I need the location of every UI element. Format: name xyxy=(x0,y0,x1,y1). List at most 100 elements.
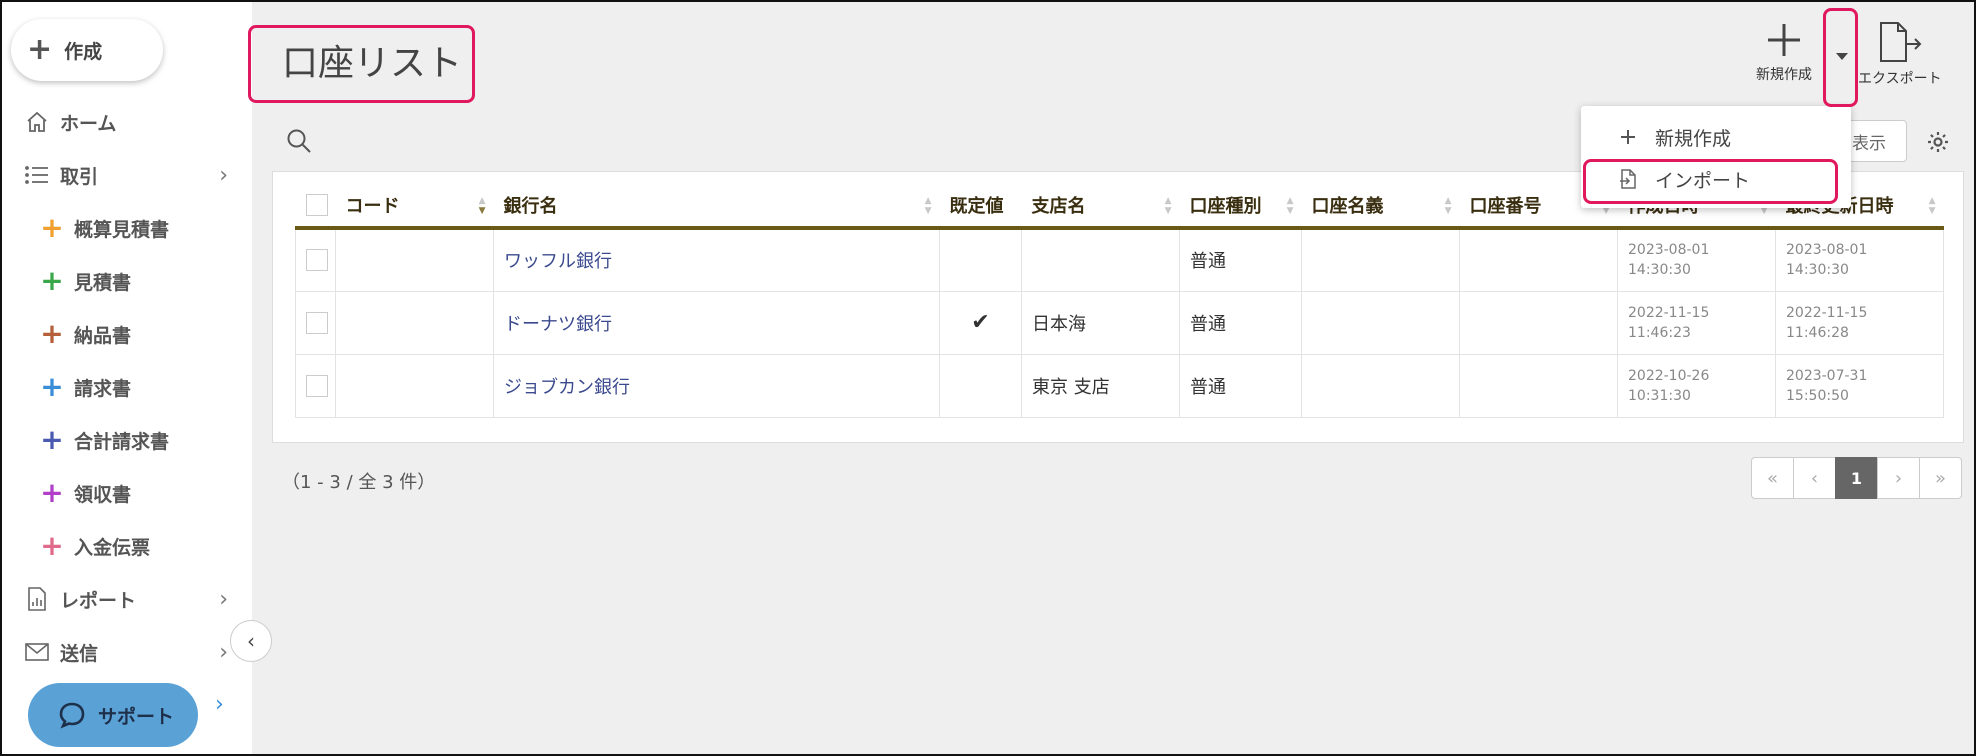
updated-time: 11:46:28 xyxy=(1786,324,1849,341)
table-row[interactable]: ジョブカン銀行 東京 支店 普通 2022-10-26 10:31:30 2023… xyxy=(295,354,1944,418)
cell-default xyxy=(939,228,1022,292)
row-checkbox[interactable] xyxy=(306,249,328,272)
support-button[interactable]: サポート xyxy=(28,683,198,747)
gear-icon[interactable] xyxy=(1926,130,1950,158)
table-row[interactable]: ワッフル銀行 普通 2023-08-01 14:30:30 2023-08-01 1… xyxy=(295,228,1944,292)
search-icon[interactable] xyxy=(286,128,312,158)
cell-updated: 2023-08-01 14:30:30 xyxy=(1775,228,1944,292)
highlight-box-import xyxy=(1583,159,1838,204)
cell-code xyxy=(335,228,494,292)
sidebar-item-delivery[interactable]: + 納品書 xyxy=(2,310,252,358)
home-icon xyxy=(22,110,52,134)
sidebar-item-send[interactable]: 送信 › xyxy=(2,628,252,676)
sidebar-item-invoice[interactable]: + 請求書 xyxy=(2,363,252,411)
sidebar-item-label: 送信 xyxy=(60,642,99,665)
column-header-bank[interactable]: 銀行名 ▲ ▼ xyxy=(493,184,940,230)
cell-account-holder xyxy=(1301,291,1460,355)
sidebar-item-label: 納品書 xyxy=(74,324,132,347)
pagination-first-button[interactable]: « xyxy=(1751,457,1794,499)
sidebar-item-home[interactable]: ホーム xyxy=(2,98,252,146)
chevron-right-icon: › xyxy=(215,692,224,717)
column-label: 口座名義 xyxy=(1311,196,1384,217)
display-label: 表示 xyxy=(1852,133,1886,154)
updated-time: 15:50:50 xyxy=(1786,387,1849,404)
plus-icon: + xyxy=(40,529,64,562)
column-label: 既定値 xyxy=(949,196,1004,217)
pagination: « ‹ 1 › » xyxy=(1751,457,1962,499)
column-label: 口座種別 xyxy=(1189,196,1262,217)
sidebar-item-label: ホーム xyxy=(60,112,117,135)
column-header-account-type[interactable]: 口座種別 ▲ ▼ xyxy=(1179,184,1302,230)
row-select-cell xyxy=(295,354,336,418)
created-date: 2022-11-15 xyxy=(1628,304,1710,321)
column-label: 支店名 xyxy=(1031,196,1086,217)
sidebar-item-label: 請求書 xyxy=(74,377,132,400)
sidebar-item-label: レポート xyxy=(60,589,137,612)
column-header-account-holder[interactable]: 口座名義 ▲ ▼ xyxy=(1301,184,1460,230)
sidebar-item-payment-slip[interactable]: + 入金伝票 xyxy=(2,522,252,570)
plus-icon: + xyxy=(27,32,53,67)
cell-branch: 日本海 xyxy=(1021,291,1180,355)
cell-account-number xyxy=(1459,354,1618,418)
cell-account-type: 普通 xyxy=(1179,354,1302,418)
cell-account-number xyxy=(1459,228,1618,292)
sidebar-item-label: 見積書 xyxy=(74,271,132,294)
created-time: 10:31:30 xyxy=(1628,387,1691,404)
record-count: （1 - 3 / 全 3 件） xyxy=(282,472,436,493)
cell-branch xyxy=(1021,228,1180,292)
plus-icon xyxy=(1768,24,1800,56)
row-checkbox[interactable] xyxy=(306,311,328,334)
cell-account-type: 普通 xyxy=(1179,228,1302,292)
updated-time: 14:30:30 xyxy=(1786,262,1849,279)
highlight-box-title xyxy=(248,25,475,103)
plus-icon: + xyxy=(40,211,64,244)
cell-bank-link[interactable]: ドーナツ銀行 xyxy=(493,291,940,355)
row-select-cell xyxy=(295,228,336,292)
sidebar-item-receipt[interactable]: + 領収書 xyxy=(2,469,252,517)
highlight-box-dropdown-toggle xyxy=(1823,8,1858,107)
sidebar-item-estimate[interactable]: + 概算見積書 xyxy=(2,204,252,252)
chevron-right-icon: › xyxy=(219,639,228,665)
pagination-last-button[interactable]: » xyxy=(1919,457,1962,499)
sidebar-item-summary-invoice[interactable]: + 合計請求書 xyxy=(2,416,252,464)
new-create-button[interactable]: 新規作成 xyxy=(1756,22,1812,84)
chevron-right-icon: › xyxy=(219,586,228,612)
pagination-page-button[interactable]: 1 xyxy=(1835,457,1878,499)
cell-updated: 2023-07-31 15:50:50 xyxy=(1775,354,1944,418)
cell-bank-link[interactable]: ジョブカン銀行 xyxy=(493,354,940,418)
created-date: 2023-08-01 xyxy=(1628,242,1710,259)
cell-created: 2023-08-01 14:30:30 xyxy=(1617,228,1776,292)
row-checkbox[interactable] xyxy=(306,374,328,397)
pagination-prev-button[interactable]: ‹ xyxy=(1793,457,1836,499)
new-create-label: 新規作成 xyxy=(1756,67,1812,83)
dropdown-item-new[interactable]: 新規作成 xyxy=(1581,115,1851,159)
sort-icon: ▲▼ xyxy=(924,196,932,216)
column-header-branch[interactable]: 支店名 ▲ ▼ xyxy=(1021,184,1180,230)
column-header-code[interactable]: コード ▲ ▼ xyxy=(335,184,494,230)
accounts-table-card: コード ▲ ▼ 銀行名 ▲ ▼ 既定値 支店名 ▲ ▼ 口座種別 ▲ ▼ 口座名義 ▲ ▼ 口座番号… xyxy=(272,171,1964,443)
export-button[interactable]: エクスポート xyxy=(1858,22,1942,88)
sidebar-item-quotation[interactable]: + 見積書 xyxy=(2,257,252,305)
plus-icon: + xyxy=(40,264,64,297)
pagination-next-button[interactable]: › xyxy=(1877,457,1920,499)
cell-code xyxy=(335,354,494,418)
row-select-cell xyxy=(295,291,336,355)
sidebar-item-label: 領収書 xyxy=(74,483,132,506)
column-header-default[interactable]: 既定値 xyxy=(939,184,1022,230)
sort-icon: ▲▼ xyxy=(1444,196,1452,216)
collapse-sidebar-button[interactable]: ‹ xyxy=(230,620,272,662)
cell-account-type: 普通 xyxy=(1179,291,1302,355)
select-all-checkbox[interactable] xyxy=(305,194,328,216)
table-row[interactable]: ドーナツ銀行 ✔ 日本海 普通 2022-11-15 11:46:23 2022-… xyxy=(295,291,1944,355)
cell-account-holder xyxy=(1301,354,1460,418)
sidebar-item-report[interactable]: レポート › xyxy=(2,575,252,623)
updated-date: 2023-08-01 xyxy=(1786,242,1868,259)
dropdown-item-label: 新規作成 xyxy=(1655,127,1732,150)
column-label: 口座番号 xyxy=(1469,196,1542,217)
sidebar-item-transactions[interactable]: 取引 › xyxy=(2,151,252,199)
sidebar-item-label: 入金伝票 xyxy=(74,536,151,559)
plus-icon: + xyxy=(40,476,64,509)
create-button[interactable]: + 作成 xyxy=(11,19,163,81)
cell-updated: 2022-11-15 11:46:28 xyxy=(1775,291,1944,355)
cell-bank-link[interactable]: ワッフル銀行 xyxy=(493,228,940,292)
